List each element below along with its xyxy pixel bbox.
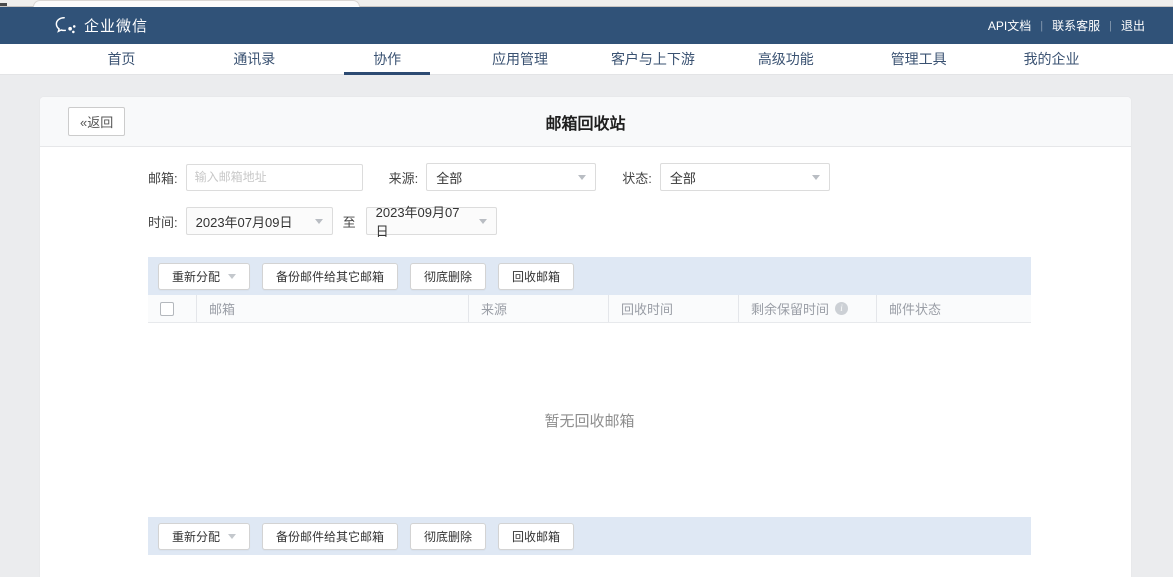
column-source: 来源 (468, 295, 608, 322)
reassign-button[interactable]: 重新分配 (158, 523, 250, 550)
column-retention: 剩余保留时间 i (738, 295, 876, 322)
column-mail-status: 邮件状态 (876, 295, 1031, 322)
status-select[interactable]: 全部 (660, 163, 830, 191)
column-mailbox: 邮箱 (196, 295, 468, 322)
reassign-label: 重新分配 (172, 528, 220, 545)
brand: 企业微信 (55, 15, 148, 36)
delete-button[interactable]: 彻底删除 (410, 523, 486, 550)
select-all-checkbox[interactable] (160, 302, 174, 316)
empty-text: 暂无回收邮箱 (544, 410, 634, 431)
card-header: «返回 邮箱回收站 (40, 97, 1131, 147)
backup-button[interactable]: 备份邮件给其它邮箱 (262, 523, 398, 550)
backup-button[interactable]: 备份邮件给其它邮箱 (262, 263, 398, 290)
source-select-value: 全部 (436, 168, 462, 187)
main-nav: 首页 通讯录 协作 应用管理 客户与上下游 高级功能 管理工具 我的企业 (0, 44, 1173, 75)
chevron-down-icon (479, 219, 487, 224)
email-label: 邮箱: (148, 168, 178, 187)
time-label: 时间: (148, 212, 178, 231)
date-to-value: 2023年09月07日 (376, 202, 469, 240)
topbar: 企业微信 API文档 | 联系客服 | 退出 (0, 7, 1173, 44)
status-label: 状态: (622, 168, 652, 187)
back-button[interactable]: «返回 (68, 107, 125, 136)
separator: | (1109, 20, 1112, 32)
email-input[interactable] (186, 164, 363, 191)
nav-item-advanced[interactable]: 高级功能 (719, 44, 852, 74)
table-header: 邮箱 来源 回收时间 剩余保留时间 i 邮件状态 (148, 295, 1031, 323)
scrollbar-nub (0, 3, 7, 6)
empty-zone: 暂无回收邮箱 (148, 323, 1031, 517)
nav-item-customers[interactable]: 客户与上下游 (587, 44, 720, 74)
separator: | (1040, 20, 1043, 32)
nav-item-my-company[interactable]: 我的企业 (985, 44, 1118, 74)
api-doc-link[interactable]: API文档 (988, 17, 1031, 34)
contact-support-link[interactable]: 联系客服 (1052, 17, 1100, 34)
info-icon[interactable]: i (835, 302, 848, 315)
retention-label: 剩余保留时间 (751, 299, 829, 318)
nav-item-collaboration[interactable]: 协作 (321, 44, 454, 74)
status-select-value: 全部 (670, 168, 696, 187)
toolbar-top: 重新分配 备份邮件给其它邮箱 彻底删除 回收邮箱 (148, 257, 1031, 295)
filter-row-1: 邮箱: 来源: 全部 状态: 全部 (148, 163, 1031, 191)
card-body: 邮箱: 来源: 全部 状态: 全部 时间: 2023年07月09日 至 2023… (40, 147, 1131, 577)
brand-label: 企业微信 (84, 15, 148, 36)
chevron-down-icon (578, 175, 586, 180)
wecom-logo-icon (55, 16, 77, 35)
filter-row-2: 时间: 2023年07月09日 至 2023年09月07日 (148, 207, 1031, 235)
topbar-links: API文档 | 联系客服 | 退出 (988, 17, 1145, 34)
toolbar-bottom: 重新分配 备份邮件给其它邮箱 彻底删除 回收邮箱 (148, 517, 1031, 555)
recycle-button[interactable]: 回收邮箱 (498, 523, 574, 550)
to-separator: 至 (343, 212, 356, 231)
scrollbar-thumb[interactable] (33, 0, 360, 7)
select-all-cell (148, 295, 196, 322)
recycle-button[interactable]: 回收邮箱 (498, 263, 574, 290)
top-scroll-strip (0, 0, 1173, 7)
nav-item-app-management[interactable]: 应用管理 (454, 44, 587, 74)
nav-item-contacts[interactable]: 通讯录 (188, 44, 321, 74)
reassign-label: 重新分配 (172, 268, 220, 285)
column-recycle-time: 回收时间 (608, 295, 738, 322)
date-from-select[interactable]: 2023年07月09日 (186, 207, 333, 235)
nav-item-admin-tools[interactable]: 管理工具 (852, 44, 985, 74)
chevron-down-icon (315, 219, 323, 224)
delete-button[interactable]: 彻底删除 (410, 263, 486, 290)
logout-link[interactable]: 退出 (1121, 17, 1145, 34)
chevron-down-icon (228, 274, 236, 279)
nav-item-home[interactable]: 首页 (55, 44, 188, 74)
chevron-down-icon (228, 534, 236, 539)
date-from-value: 2023年07月09日 (196, 212, 293, 231)
recycle-bin-card: «返回 邮箱回收站 邮箱: 来源: 全部 状态: 全部 时间: 2023年07月… (40, 97, 1131, 577)
date-to-select[interactable]: 2023年09月07日 (366, 207, 497, 235)
reassign-button[interactable]: 重新分配 (158, 263, 250, 290)
page-title: 邮箱回收站 (40, 110, 1131, 134)
chevron-down-icon (812, 175, 820, 180)
source-label: 来源: (389, 168, 419, 187)
source-select[interactable]: 全部 (426, 163, 596, 191)
